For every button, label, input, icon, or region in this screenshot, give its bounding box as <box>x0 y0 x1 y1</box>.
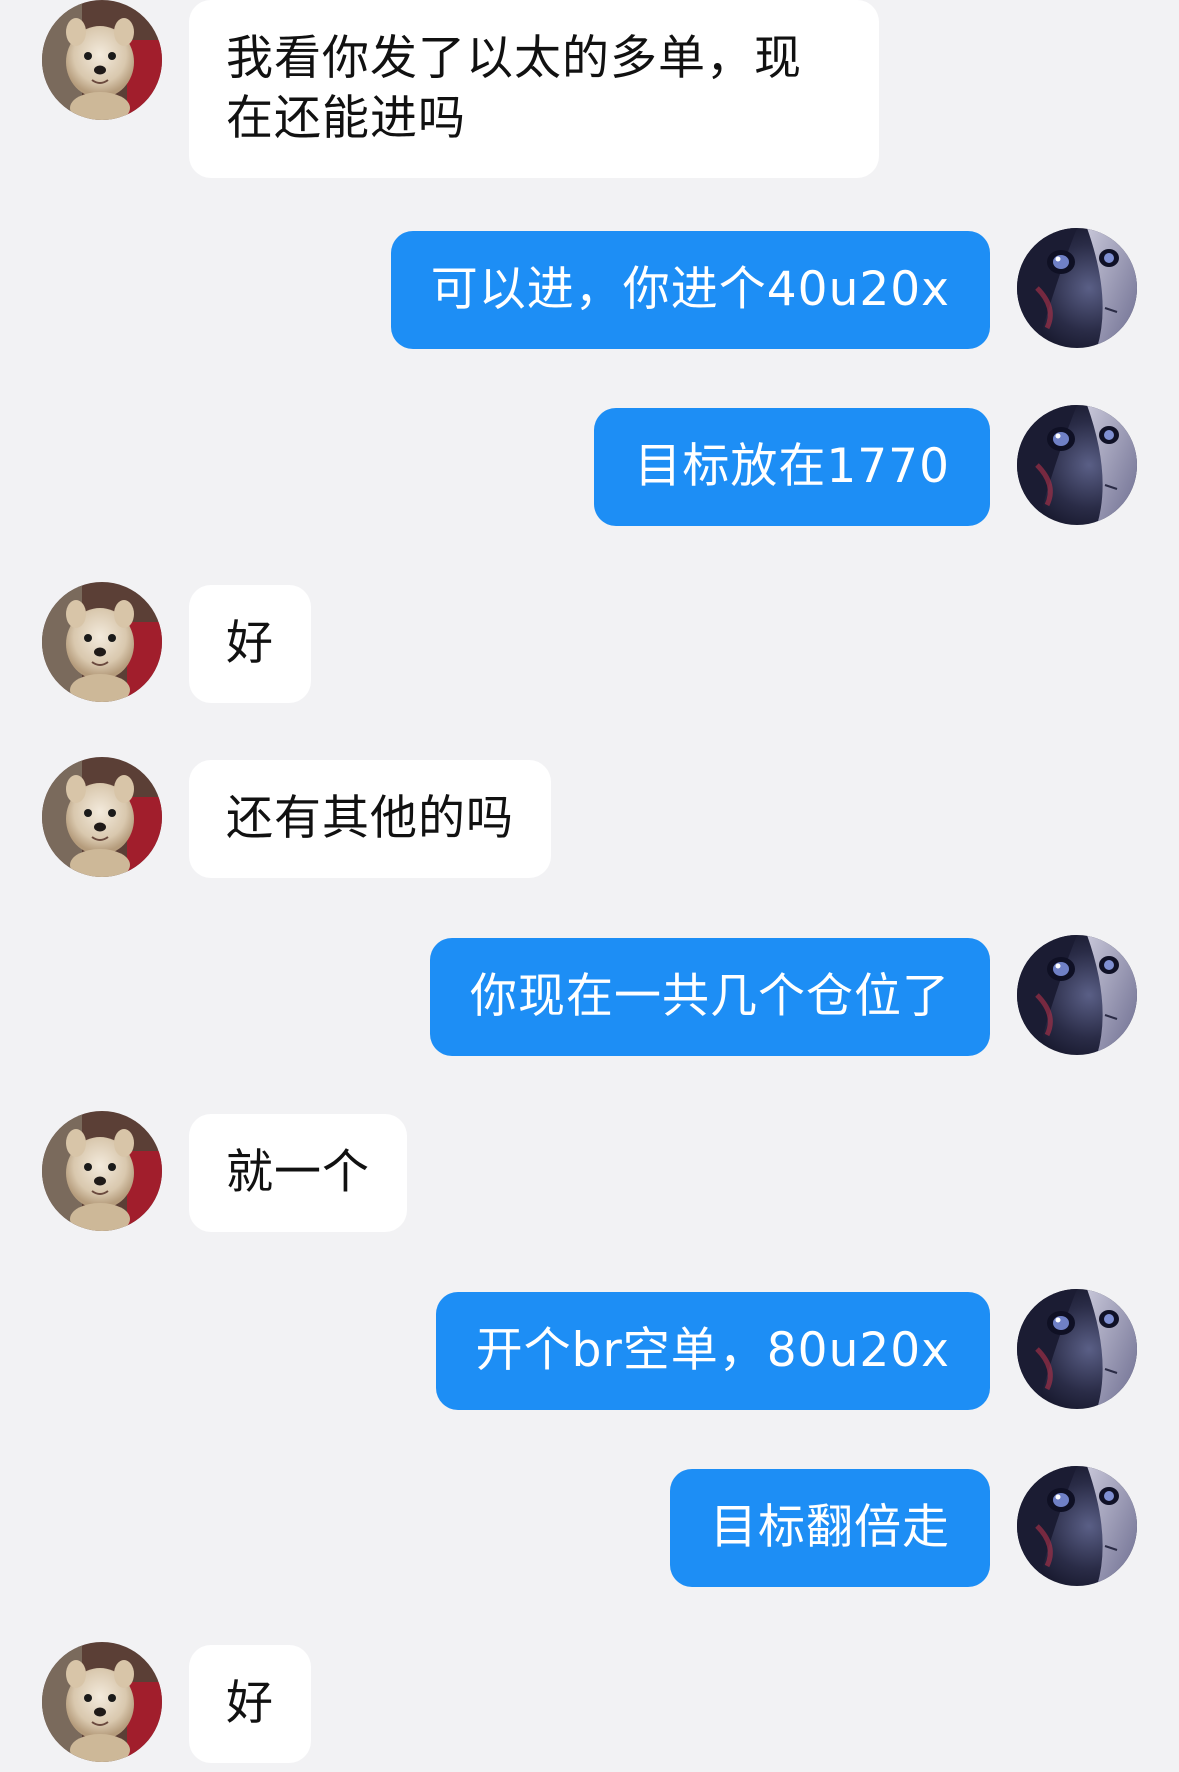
message-bubble-outgoing[interactable]: 目标放在1770 <box>594 408 990 526</box>
my-avatar[interactable] <box>1017 1289 1137 1409</box>
message-bubble-outgoing[interactable]: 可以进，你进个40u20x <box>390 231 990 349</box>
dog-photo-avatar-icon <box>42 582 162 702</box>
dog-photo-avatar-icon <box>42 1111 162 1231</box>
message-bubble-outgoing[interactable]: 目标翻倍走 <box>670 1469 990 1587</box>
message-bubble-incoming[interactable]: 就一个 <box>189 1114 407 1232</box>
my-avatar[interactable] <box>1017 228 1137 348</box>
message-bubble-incoming[interactable]: 好 <box>189 585 311 703</box>
my-avatar[interactable] <box>1017 1466 1137 1586</box>
anime-portrait-avatar-icon <box>1017 1466 1137 1586</box>
message-bubble-outgoing[interactable]: 你现在一共几个仓位了 <box>430 938 990 1056</box>
dog-photo-avatar-icon <box>42 757 162 877</box>
anime-portrait-avatar-icon <box>1017 405 1137 525</box>
message-bubble-incoming[interactable]: 还有其他的吗 <box>189 760 551 878</box>
anime-portrait-avatar-icon <box>1017 935 1137 1055</box>
contact-avatar[interactable] <box>42 757 162 877</box>
dog-photo-avatar-icon <box>42 1642 162 1762</box>
anime-portrait-avatar-icon <box>1017 1289 1137 1409</box>
contact-avatar[interactable] <box>42 1111 162 1231</box>
my-avatar[interactable] <box>1017 405 1137 525</box>
chat-thread: 我看你发了以太的多单，现在还能进吗 可以进，你进个40u20x 目标放在1770 <box>0 0 1179 1772</box>
anime-portrait-avatar-icon <box>1017 228 1137 348</box>
message-bubble-incoming[interactable]: 我看你发了以太的多单，现在还能进吗 <box>189 0 879 178</box>
dog-photo-avatar-icon <box>42 0 162 120</box>
contact-avatar[interactable] <box>42 1642 162 1762</box>
contact-avatar[interactable] <box>42 0 162 120</box>
my-avatar[interactable] <box>1017 935 1137 1055</box>
contact-avatar[interactable] <box>42 582 162 702</box>
message-bubble-outgoing[interactable]: 开个br空单，80u20x <box>435 1292 990 1410</box>
message-bubble-incoming[interactable]: 好 <box>189 1645 311 1763</box>
